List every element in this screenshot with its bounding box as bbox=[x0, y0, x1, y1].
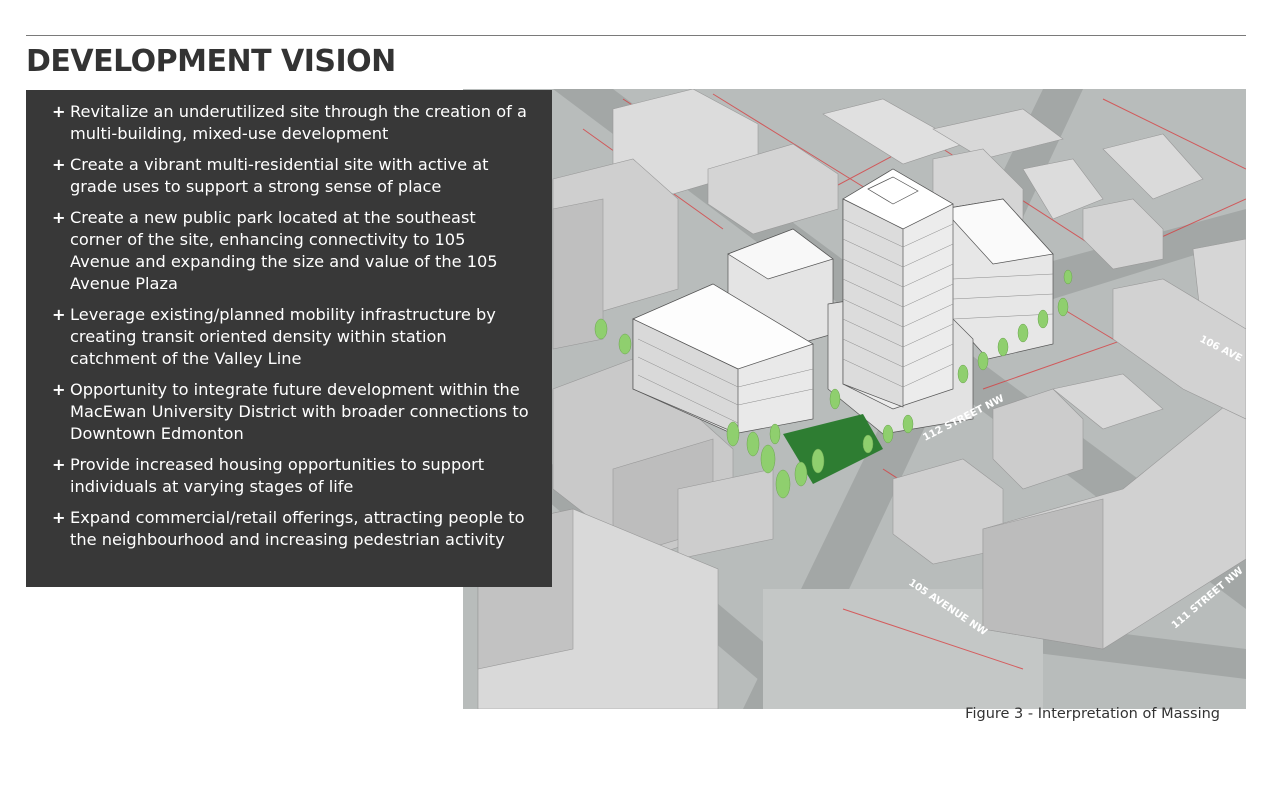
list-item: + Provide increased housing opportunitie… bbox=[52, 454, 530, 498]
bullet-text: Expand commercial/retail offerings, attr… bbox=[70, 508, 525, 549]
bullet-text: Create a new public park located at the … bbox=[70, 208, 498, 293]
figure-caption: Figure 3 - Interpretation of Massing bbox=[965, 706, 1220, 722]
list-item: + Create a new public park located at th… bbox=[52, 207, 530, 295]
list-item: + Expand commercial/retail offerings, at… bbox=[52, 507, 530, 551]
vision-bullets: + Revitalize an underutilized site throu… bbox=[52, 101, 530, 551]
bullet-text: Leverage existing/planned mobility infra… bbox=[70, 305, 496, 368]
bullet-text: Opportunity to integrate future developm… bbox=[70, 380, 529, 443]
plus-icon: + bbox=[52, 455, 66, 474]
plus-icon: + bbox=[52, 102, 66, 121]
top-divider bbox=[26, 35, 1246, 36]
massing-rendering: 112 STREET NW 105 AVENUE NW 111 STREET N… bbox=[463, 89, 1246, 709]
page-title: DEVELOPMENT VISION bbox=[26, 44, 396, 79]
bullet-text: Revitalize an underutilized site through… bbox=[70, 102, 527, 143]
vision-text-panel: + Revitalize an underutilized site throu… bbox=[26, 90, 552, 587]
bullet-text: Create a vibrant multi-residential site … bbox=[70, 155, 489, 196]
plus-icon: + bbox=[52, 208, 66, 227]
list-item: + Create a vibrant multi-residential sit… bbox=[52, 154, 530, 198]
plus-icon: + bbox=[52, 305, 66, 324]
plus-icon: + bbox=[52, 508, 66, 527]
plus-icon: + bbox=[52, 155, 66, 174]
plus-icon: + bbox=[52, 380, 66, 399]
list-item: + Leverage existing/planned mobility inf… bbox=[52, 304, 530, 370]
bullet-text: Provide increased housing opportunities … bbox=[70, 455, 485, 496]
list-item: + Opportunity to integrate future develo… bbox=[52, 379, 530, 445]
list-item: + Revitalize an underutilized site throu… bbox=[52, 101, 530, 145]
